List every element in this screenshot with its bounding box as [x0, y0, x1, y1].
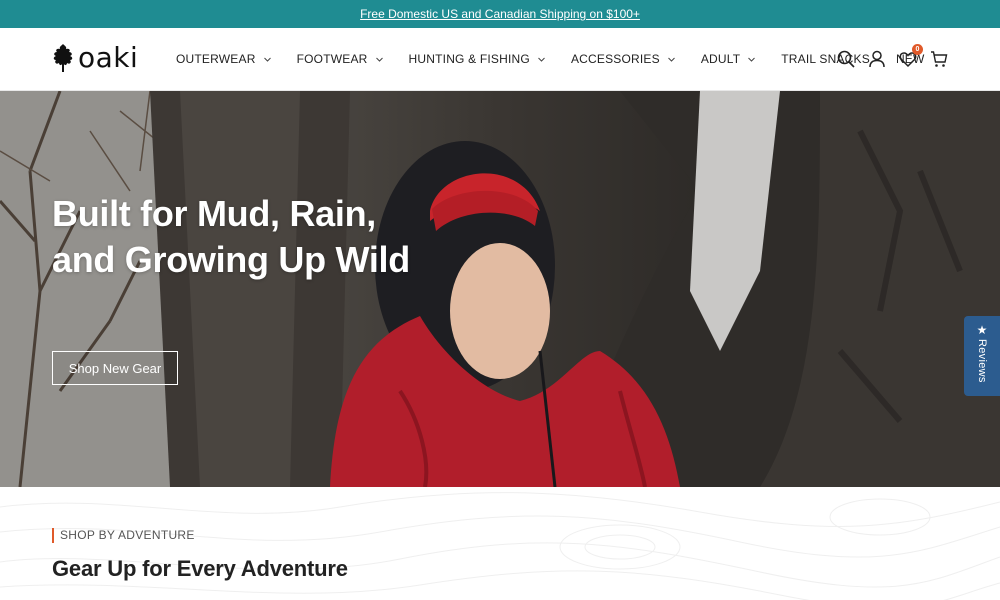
nav-item-hunting-fishing[interactable]: HUNTING & FISHING [409, 52, 545, 66]
nav-item-footwear[interactable]: FOOTWEAR [297, 52, 383, 66]
wishlist-count-badge: 0 [912, 44, 923, 55]
hero-image [0, 91, 1000, 487]
topographic-pattern [0, 492, 1000, 600]
nav-item-label: FOOTWEAR [296, 52, 368, 66]
announcement-bar: Free Domestic US and Canadian Shipping o… [0, 0, 1000, 28]
announcement-link[interactable]: Free Domestic US and Canadian Shipping o… [360, 7, 640, 21]
heart-icon[interactable]: 0 [899, 44, 923, 68]
header-icons: 0 [837, 44, 948, 71]
section-eyebrow: SHOP BY ADVENTURE [52, 528, 195, 543]
cart-icon[interactable] [930, 50, 948, 68]
hero-banner: Built for Mud, Rain, and Growing Up Wild… [0, 91, 1000, 487]
chevron-down-icon [375, 56, 383, 63]
reviews-tab-label: Reviews [976, 339, 988, 383]
nav-item-adult[interactable]: ADULT [700, 52, 756, 66]
chevron-down-icon [667, 56, 675, 63]
nav-item-outerwear[interactable]: OUTERWEAR [176, 52, 271, 66]
main-nav: OUTERWEAR FOOTWEAR HUNTING & FISHING ACC… [176, 28, 951, 90]
search-icon[interactable] [837, 50, 855, 68]
chevron-down-icon [748, 56, 756, 63]
brand-wordmark: oaki [78, 41, 139, 74]
shop-new-gear-button[interactable]: Shop New Gear [52, 351, 178, 385]
nav-item-label: ADULT [700, 52, 741, 66]
chevron-down-icon [263, 56, 271, 63]
oak-leaf-icon [53, 44, 73, 72]
site-header: oaki OUTERWEAR FOOTWEAR HUNTING & FISHIN… [0, 28, 1000, 91]
nav-item-label: OUTERWEAR [176, 52, 256, 66]
hero-title: Built for Mud, Rain, and Growing Up Wild [52, 193, 410, 280]
shop-by-adventure-section: SHOP BY ADVENTURE Gear Up for Every Adve… [0, 487, 1000, 600]
nav-item-accessories[interactable]: ACCESSORIES [571, 52, 675, 66]
reviews-tab[interactable]: ★ Reviews [964, 316, 1000, 396]
brand-logo[interactable]: oaki [52, 42, 138, 74]
chevron-down-icon [538, 56, 545, 63]
account-icon[interactable] [868, 50, 886, 68]
star-icon: ★ [976, 323, 988, 337]
nav-item-label: HUNTING & FISHING [408, 52, 530, 66]
section-title: Gear Up for Every Adventure [52, 556, 348, 581]
nav-item-label: ACCESSORIES [570, 52, 660, 66]
